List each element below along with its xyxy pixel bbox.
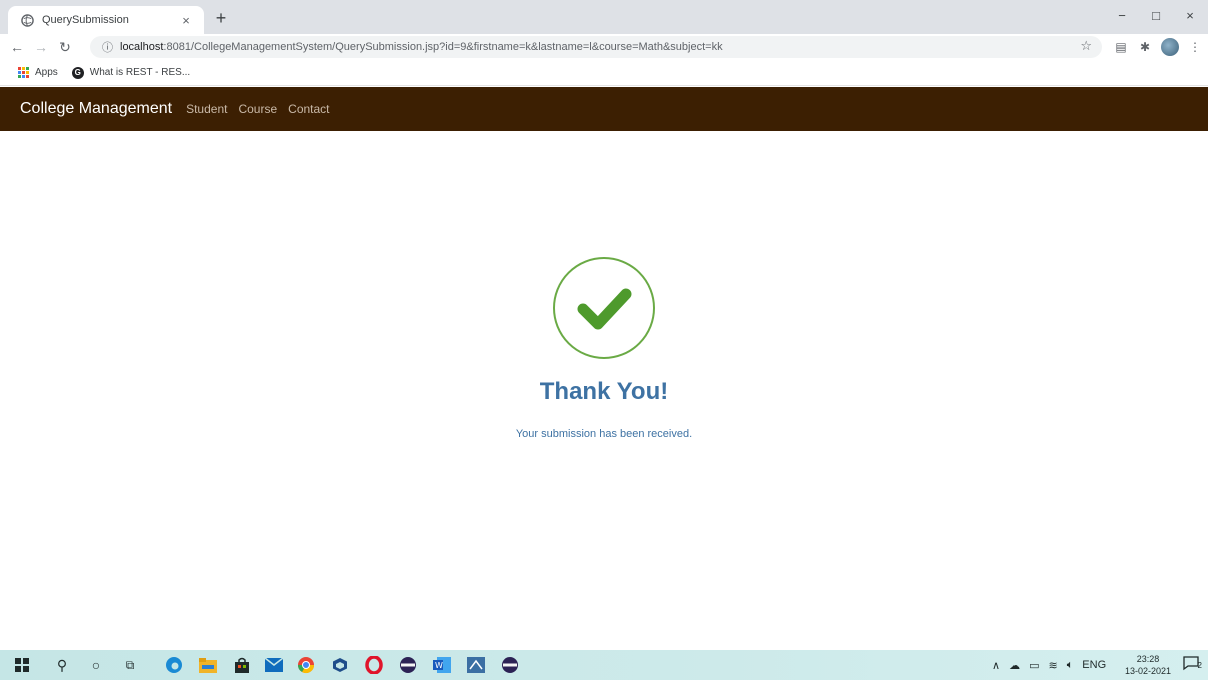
system-clock[interactable]: 23:28 13-02-2021 — [1118, 653, 1178, 677]
browser-menu-icon[interactable]: ⋮ — [1186, 38, 1204, 56]
tab-title: QuerySubmission — [42, 14, 129, 26]
notification-count: 2 — [1197, 661, 1202, 670]
eclipse-secondary-icon[interactable] — [500, 656, 520, 674]
extension-reader-icon[interactable]: ▤ — [1112, 38, 1130, 56]
bookmark-apps[interactable]: Apps — [18, 67, 58, 78]
language-indicator[interactable]: ENG — [1082, 659, 1106, 671]
search-icon[interactable]: ⚲ — [52, 656, 72, 674]
bookmark-label: Apps — [35, 67, 58, 78]
brand-link[interactable]: College Management — [20, 100, 172, 118]
browser-tab-query-submission[interactable]: QuerySubmission × — [8, 6, 204, 34]
forward-arrow-icon[interactable]: → — [30, 36, 52, 58]
back-arrow-icon[interactable]: ← — [6, 36, 28, 58]
battery-icon[interactable]: ▭ — [1029, 659, 1039, 672]
globe-icon — [20, 13, 34, 27]
app-navbar: College Management Student Course Contac… — [0, 87, 1208, 131]
store-bag-icon[interactable] — [232, 656, 252, 674]
reload-icon[interactable]: ↻ — [54, 36, 76, 58]
browser-tab-strip: QuerySubmission × + − □ × — [0, 0, 1208, 34]
browser-toolbar: ← → ↻ ⓘ localhost:8081/CollegeManagement… — [0, 34, 1208, 60]
svg-text:W: W — [435, 661, 443, 670]
checkmark-icon — [577, 288, 632, 330]
eclipse-icon[interactable] — [398, 656, 418, 674]
word-icon[interactable]: W — [432, 656, 452, 674]
success-checkmark — [553, 257, 655, 359]
chrome-icon[interactable] — [296, 656, 316, 674]
bookmark-star-icon[interactable]: ☆ — [1080, 38, 1092, 54]
mail-icon[interactable] — [264, 656, 284, 674]
thank-you-heading: Thank You! — [539, 378, 669, 405]
windows-start-icon[interactable] — [12, 656, 32, 674]
volume-icon[interactable]: 🔈︎ — [1067, 659, 1074, 672]
profile-avatar-icon[interactable] — [1161, 38, 1179, 56]
nav-link-course[interactable]: Course — [238, 102, 277, 116]
edge-browser-icon[interactable] — [164, 656, 184, 674]
apps-grid-icon — [18, 67, 29, 78]
bookmark-what-is-rest[interactable]: G What is REST - RES... — [71, 66, 191, 79]
tab-close-icon[interactable]: × — [178, 13, 194, 28]
extensions-puzzle-icon[interactable]: ✱ — [1136, 38, 1154, 56]
clock-date: 13-02-2021 — [1124, 666, 1172, 676]
bookmark-label: What is REST - RES... — [89, 67, 191, 78]
nav-link-contact[interactable]: Contact — [288, 102, 329, 116]
onedrive-icon[interactable]: ☁ — [1009, 659, 1020, 672]
info-icon[interactable]: ⓘ — [102, 39, 113, 55]
wifi-icon[interactable]: ≋ — [1048, 659, 1057, 672]
site-favicon-icon: G — [71, 66, 84, 79]
window-minimize-button[interactable]: − — [1110, 6, 1134, 26]
new-tab-button[interactable]: + — [210, 7, 232, 29]
cortana-icon[interactable]: ○ — [86, 656, 106, 674]
submission-message: Your submission has been received. — [515, 428, 693, 440]
sql-tool-icon[interactable] — [466, 656, 486, 674]
task-view-icon[interactable]: ⧉ — [120, 656, 140, 674]
window-close-button[interactable]: × — [1178, 6, 1202, 26]
bookmarks-bar: Apps G What is REST - RES... — [0, 60, 1208, 86]
opera-icon[interactable] — [364, 656, 384, 674]
chevron-up-icon[interactable]: ∧ — [992, 659, 1000, 672]
clock-time: 23:28 — [1136, 654, 1160, 664]
url-text: localhost:8081/CollegeManagementSystem/Q… — [120, 41, 723, 53]
address-bar[interactable]: ⓘ localhost:8081/CollegeManagementSystem… — [90, 36, 1102, 58]
window-restore-button[interactable]: □ — [1144, 6, 1168, 26]
nav-link-student[interactable]: Student — [186, 102, 227, 116]
virtualbox-icon[interactable] — [330, 656, 350, 674]
file-explorer-icon[interactable] — [198, 656, 218, 674]
system-tray: ∧ ☁ ▭ ≋ 🔈︎ ENG — [992, 650, 1106, 680]
notification-center-icon[interactable]: 2 — [1182, 655, 1202, 673]
